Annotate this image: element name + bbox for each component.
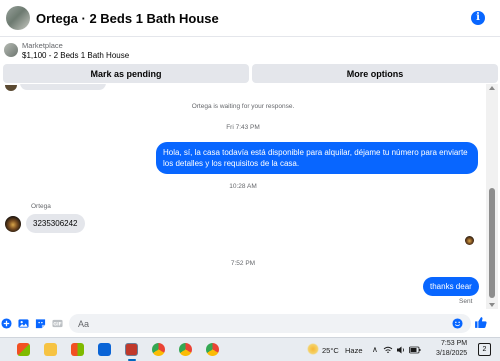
scroll-up-arrow-icon[interactable] [489, 86, 495, 90]
mark-as-pending-button[interactable]: Mark as pending [3, 64, 249, 83]
sender-avatar[interactable] [5, 216, 21, 232]
clock-date[interactable]: 3/18/2025 [436, 350, 467, 357]
sender-name: Ortega [31, 203, 51, 210]
volume-icon[interactable] [396, 345, 406, 355]
plus-circle-icon[interactable] [1, 318, 12, 329]
store-icon[interactable] [71, 343, 84, 356]
listing-actions: Mark as pending More options [3, 64, 498, 83]
windows-taskbar: 25°C Haze ∧ 7:53 PM 3/18/2025 2 [0, 337, 500, 361]
weather-temperature[interactable]: 25°C [322, 346, 339, 355]
weather-description[interactable]: Haze [345, 346, 363, 355]
battery-icon[interactable] [409, 345, 421, 355]
message-thread: Ortega is waiting for your response. Fri… [0, 84, 486, 309]
timestamp-separator: 10:28 AM [229, 183, 257, 190]
clock-time[interactable]: 7:53 PM [441, 340, 467, 347]
timestamp-separator: Fri 7:43 PM [226, 124, 260, 131]
message-input[interactable] [69, 314, 471, 333]
conversation-title[interactable]: Ortega · 2 Beds 1 Bath House [36, 11, 219, 26]
notification-badge[interactable]: 2 [478, 343, 491, 356]
message-line: los detalles y los requisitos de la casa… [163, 159, 300, 168]
chevron-up-icon[interactable]: ∧ [372, 345, 378, 354]
svg-text:GIF: GIF [53, 321, 62, 327]
conversation-header: Ortega · 2 Beds 1 Bath House i [0, 0, 500, 37]
sender-avatar [5, 85, 17, 91]
incoming-message [20, 84, 106, 90]
seen-indicator-avatar [465, 236, 474, 245]
gif-icon[interactable]: GIF [52, 318, 63, 329]
more-options-button[interactable]: More options [252, 64, 498, 83]
copilot-icon[interactable] [17, 343, 30, 356]
outlook-icon[interactable] [98, 343, 111, 356]
listing-thumbnail [4, 43, 18, 57]
outgoing-message[interactable]: Hola, sí, la casa todavía está disponibl… [156, 142, 478, 174]
active-app-icon[interactable] [125, 343, 138, 356]
scrollbar[interactable] [486, 84, 498, 309]
message-composer: GIF [0, 310, 500, 337]
waiting-notice: Ortega is waiting for your response. [191, 103, 295, 110]
file-explorer-icon[interactable] [44, 343, 57, 356]
emoji-icon[interactable] [452, 318, 463, 329]
info-icon[interactable]: i [471, 11, 485, 25]
thumbs-up-icon[interactable] [474, 316, 487, 329]
contact-avatar[interactable] [6, 6, 30, 30]
photo-icon[interactable] [18, 318, 29, 329]
weather-icon[interactable] [307, 343, 319, 355]
scrollbar-thumb[interactable] [489, 188, 495, 298]
chrome-icon[interactable] [179, 343, 192, 356]
listing-source: Marketplace [22, 41, 63, 50]
sticker-icon[interactable] [35, 318, 46, 329]
wifi-icon[interactable] [383, 345, 393, 355]
message-line: Hola, sí, la casa todavía está disponibl… [163, 148, 468, 157]
marketplace-listing[interactable]: Marketplace $1,100 - 2 Beds 1 Bath House [0, 38, 500, 64]
scroll-down-arrow-icon[interactable] [489, 303, 495, 307]
timestamp-separator: 7:52 PM [230, 260, 256, 267]
messenger-window: Ortega · 2 Beds 1 Bath House i Marketpla… [0, 0, 500, 337]
chrome-icon[interactable] [206, 343, 219, 356]
chrome-icon[interactable] [152, 343, 165, 356]
incoming-message[interactable]: 3235306242 [26, 214, 85, 233]
sent-status: Sent [459, 298, 473, 305]
outgoing-message[interactable]: thanks dear [423, 277, 479, 296]
listing-title: $1,100 - 2 Beds 1 Bath House [22, 51, 130, 60]
